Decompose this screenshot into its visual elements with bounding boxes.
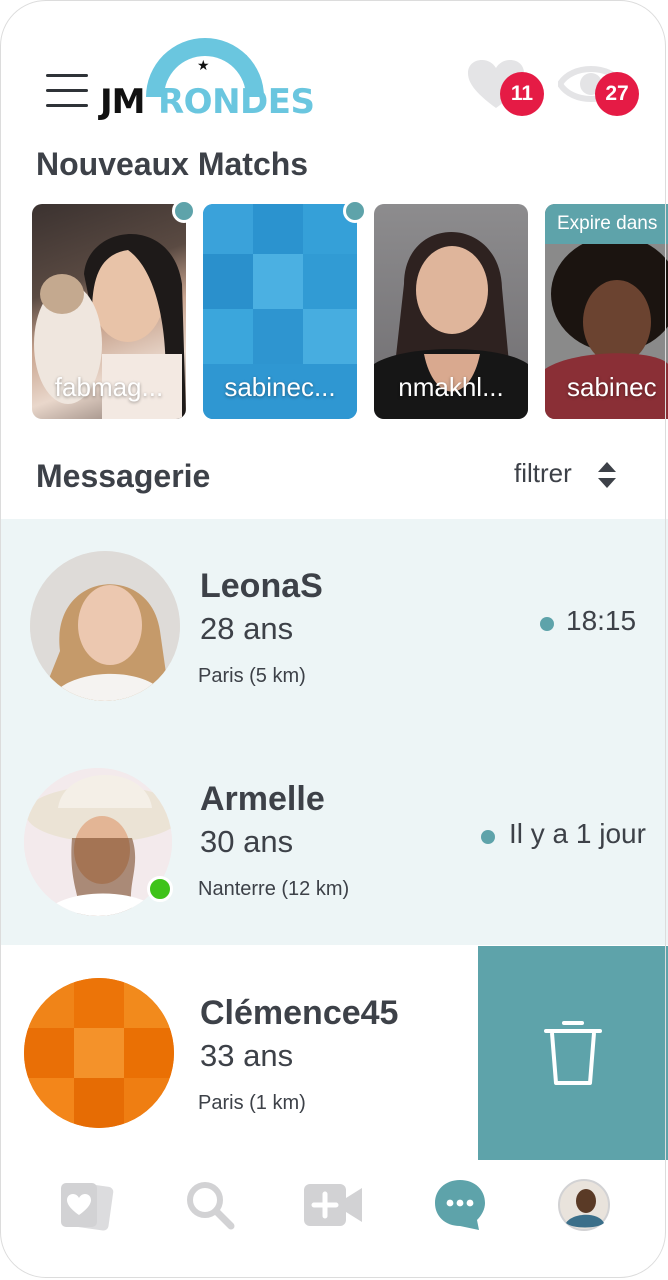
filter-button[interactable]: filtrer — [514, 458, 572, 489]
conversation-time: Il y a 1 jour — [509, 818, 646, 849]
likes-badge: 11 — [500, 72, 544, 116]
chat-bubble-icon — [435, 1180, 485, 1230]
conversation-age: 33 ans — [200, 1038, 294, 1073]
new-matches-title: Nouveaux Matchs — [36, 146, 309, 182]
cards-heart-icon — [61, 1183, 114, 1231]
tab-profile[interactable] — [556, 1172, 612, 1238]
match-name: fabmag... — [54, 372, 164, 402]
new-match-dot — [343, 199, 367, 223]
conversation-name: LeonaS — [200, 567, 323, 605]
expire-label: Expire dans — [545, 204, 668, 244]
conversation-row[interactable]: Clémence45 33 ans Paris (1 km) — [0, 946, 478, 1159]
conversation-location: Nanterre (12 km) — [198, 878, 350, 900]
conversation-age: 28 ans — [200, 611, 294, 646]
conversation-time: 18:15 — [566, 605, 637, 636]
match-card[interactable]: nmakhl... — [374, 204, 528, 419]
hamburger-icon — [46, 74, 88, 77]
conversation-location: Paris (1 km) — [198, 1092, 306, 1114]
tab-video[interactable] — [300, 1172, 366, 1238]
conversation-name: Armelle — [200, 780, 325, 818]
tab-search[interactable] — [180, 1172, 240, 1238]
match-name: sabinec... — [224, 372, 336, 402]
avatar — [30, 551, 180, 701]
search-icon — [187, 1182, 235, 1230]
unread-dot — [481, 830, 495, 844]
tab-matches[interactable] — [56, 1172, 116, 1238]
conversation-age: 30 ans — [200, 824, 294, 859]
delete-conversation-button[interactable] — [478, 946, 668, 1160]
avatar-photo — [30, 551, 180, 701]
new-match-dot — [172, 199, 196, 223]
online-indicator — [147, 876, 173, 902]
unread-dot — [540, 617, 554, 631]
match-card[interactable]: fabmag... — [32, 204, 186, 419]
messaging-title: Messagerie — [36, 458, 211, 494]
logo-star-icon: ★ — [197, 58, 210, 74]
hamburger-line — [46, 104, 88, 107]
profile-avatar — [558, 1179, 610, 1231]
match-card[interactable]: Expire dans sabinec — [545, 204, 668, 419]
filter-toggle[interactable] — [598, 462, 616, 492]
sort-arrows-icon — [598, 462, 616, 488]
hamburger-line — [46, 89, 88, 92]
views-badge: 27 — [595, 72, 639, 116]
match-name: nmakhl... — [398, 372, 504, 402]
conversation-name: Clémence45 — [200, 994, 399, 1032]
blurred-avatar — [24, 978, 174, 1128]
video-plus-icon — [304, 1184, 362, 1226]
conversation-location: Paris (5 km) — [198, 665, 306, 687]
app-logo: ★ JM RONDES — [98, 38, 315, 122]
avatar — [24, 978, 174, 1128]
conversation-row[interactable]: Armelle 30 ans Nanterre (12 km) Il y a 1… — [0, 732, 668, 945]
match-card[interactable]: sabinec... — [203, 204, 357, 419]
trash-icon — [544, 1021, 602, 1085]
match-name: sabinec — [567, 372, 657, 402]
conversation-row[interactable]: LeonaS 28 ans Paris (5 km) 18:15 — [0, 519, 668, 732]
logo-text-left: JM — [100, 82, 145, 122]
menu-button[interactable] — [46, 72, 88, 108]
tab-messages[interactable] — [432, 1172, 488, 1238]
logo-text-right: RONDES — [158, 82, 315, 122]
